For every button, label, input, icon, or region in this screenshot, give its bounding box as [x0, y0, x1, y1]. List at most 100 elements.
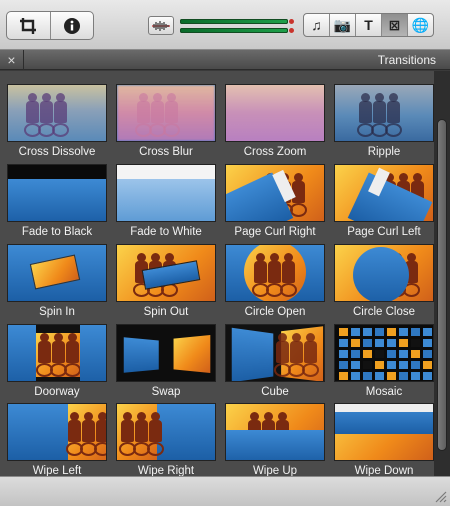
maps-browser-button[interactable]: 🌐	[407, 14, 433, 36]
crop-button[interactable]	[7, 12, 50, 39]
transition-thumbnail	[7, 84, 107, 142]
transition-label: Page Curl Right	[234, 226, 316, 238]
left-tool-group	[6, 11, 94, 40]
title-t-icon: T	[364, 17, 373, 33]
vertical-scrollbar[interactable]	[434, 71, 450, 476]
resize-grip-icon[interactable]	[433, 489, 447, 503]
transition-thumbnail	[334, 324, 434, 382]
thumbnail-shape	[64, 363, 81, 377]
transition-thumbnail	[7, 164, 107, 222]
thumbnail-shape	[351, 339, 360, 347]
music-browser-button[interactable]: ♫	[304, 14, 329, 36]
thumbnail-shape	[82, 420, 95, 442]
transition-label: Swap	[151, 386, 181, 398]
transition-label: Wipe Left	[32, 465, 82, 476]
thumbnail-shape	[411, 350, 420, 358]
crop-icon	[20, 17, 37, 34]
transition-thumbnail	[116, 164, 216, 222]
thumbnail-shape	[38, 341, 51, 363]
transition-tile[interactable]: Fade to White	[116, 164, 216, 238]
transition-label: Wipe Right	[137, 465, 195, 476]
transition-tile[interactable]: Swap	[116, 324, 216, 398]
thumbnail-shape	[339, 339, 348, 347]
transition-label: Wipe Up	[252, 465, 298, 476]
thumbnail-shape	[226, 430, 324, 460]
meter-peak-indicator-right	[289, 28, 294, 33]
transition-tile[interactable]: Mosaic	[334, 324, 434, 398]
transition-tile[interactable]: Wipe Up	[225, 403, 325, 476]
panel-header: × Transitions	[0, 50, 450, 70]
thumbnail-shape	[121, 420, 134, 442]
transition-tile[interactable]: Spin Out	[116, 244, 216, 318]
thumbnail-shape	[387, 372, 396, 380]
transition-label: Fade to White	[130, 226, 202, 238]
thumbnail-shape	[52, 341, 65, 363]
transition-label: Cross Blur	[139, 146, 193, 158]
audio-adjust-button[interactable]	[148, 16, 174, 35]
transition-tile[interactable]: Spin In	[7, 244, 107, 318]
thumbnail-shape	[351, 372, 360, 380]
transitions-grid: Cross Dissolve Cross Blur Cross Zoom Ripple…	[0, 71, 434, 476]
transition-tile[interactable]: Fade to Black	[7, 164, 107, 238]
transition-tile[interactable]: Page Curl Right	[225, 164, 325, 238]
thumbnail-shape	[375, 361, 384, 369]
transition-tile[interactable]: Circle Close	[334, 244, 434, 318]
thumbnail-shape	[8, 179, 106, 221]
transition-thumbnail	[116, 403, 216, 461]
transition-tile[interactable]: Wipe Down	[334, 403, 434, 476]
thumbnail-shape	[375, 339, 384, 347]
thumbnail-shape	[363, 361, 372, 369]
browser-button-group: ♫ 📷 T ⊠ 🌐	[303, 13, 434, 37]
transition-label: Spin In	[39, 306, 75, 318]
close-panel-button[interactable]: ×	[0, 50, 24, 70]
transition-label: Cross Zoom	[243, 146, 307, 158]
thumbnail-shape	[302, 363, 319, 377]
transition-tile[interactable]: Cross Dissolve	[7, 84, 107, 158]
audio-waveform-icon	[152, 20, 170, 31]
transition-tile[interactable]: Doorway	[7, 324, 107, 398]
transition-thumbnail	[225, 324, 325, 382]
transition-tile[interactable]: Circle Open	[225, 244, 325, 318]
globe-icon: 🌐	[411, 17, 430, 33]
transition-label: Circle Close	[353, 306, 415, 318]
thumbnail-shape	[339, 350, 348, 358]
transition-tile[interactable]: Page Curl Left	[334, 164, 434, 238]
thumbnail-shape	[231, 327, 274, 381]
thumbnail-shape	[399, 328, 408, 336]
transition-thumbnail	[225, 244, 325, 302]
volume-meter-left	[180, 19, 288, 24]
thumbnail-shape	[80, 325, 106, 381]
thumbnail-shape	[96, 420, 106, 442]
transition-tile[interactable]: Cross Zoom	[225, 84, 325, 158]
transition-tile[interactable]: Cross Blur	[116, 84, 216, 158]
scrollbar-thumb[interactable]	[437, 119, 447, 451]
thumbnail-shape	[375, 372, 384, 380]
thumbnail-shape	[280, 283, 297, 297]
thumbnail-shape	[292, 181, 305, 203]
thumbnail-shape	[8, 325, 36, 381]
volume-meter-right	[180, 28, 288, 33]
thumbnail-shape	[351, 350, 360, 358]
thumbnail-shape	[399, 350, 408, 358]
thumbnail-shape	[351, 328, 360, 336]
thumbnail-shape	[339, 372, 348, 380]
transition-tile[interactable]: Ripple	[334, 84, 434, 158]
transition-label: Doorway	[34, 386, 80, 398]
thumbnail-shape	[363, 339, 372, 347]
titles-browser-button[interactable]: T	[355, 14, 381, 36]
thumbnail-shape	[304, 341, 317, 363]
inspector-button[interactable]	[49, 12, 94, 39]
thumbnail-shape	[52, 123, 69, 137]
thumbnail-shape	[282, 261, 295, 283]
thumbnail-shape	[423, 328, 432, 336]
photos-browser-button[interactable]: 📷	[329, 14, 355, 36]
thumbnail-shape	[290, 341, 303, 363]
transitions-browser-button[interactable]: ⊠	[381, 14, 407, 36]
transition-thumbnail	[225, 403, 325, 461]
transition-tile[interactable]: Wipe Right	[116, 403, 216, 476]
transition-thumbnail	[116, 244, 216, 302]
thumbnail-shape	[276, 341, 289, 363]
transition-tile[interactable]: Cube	[225, 324, 325, 398]
thumbnail-shape	[411, 372, 420, 380]
transition-tile[interactable]: Wipe Left	[7, 403, 107, 476]
